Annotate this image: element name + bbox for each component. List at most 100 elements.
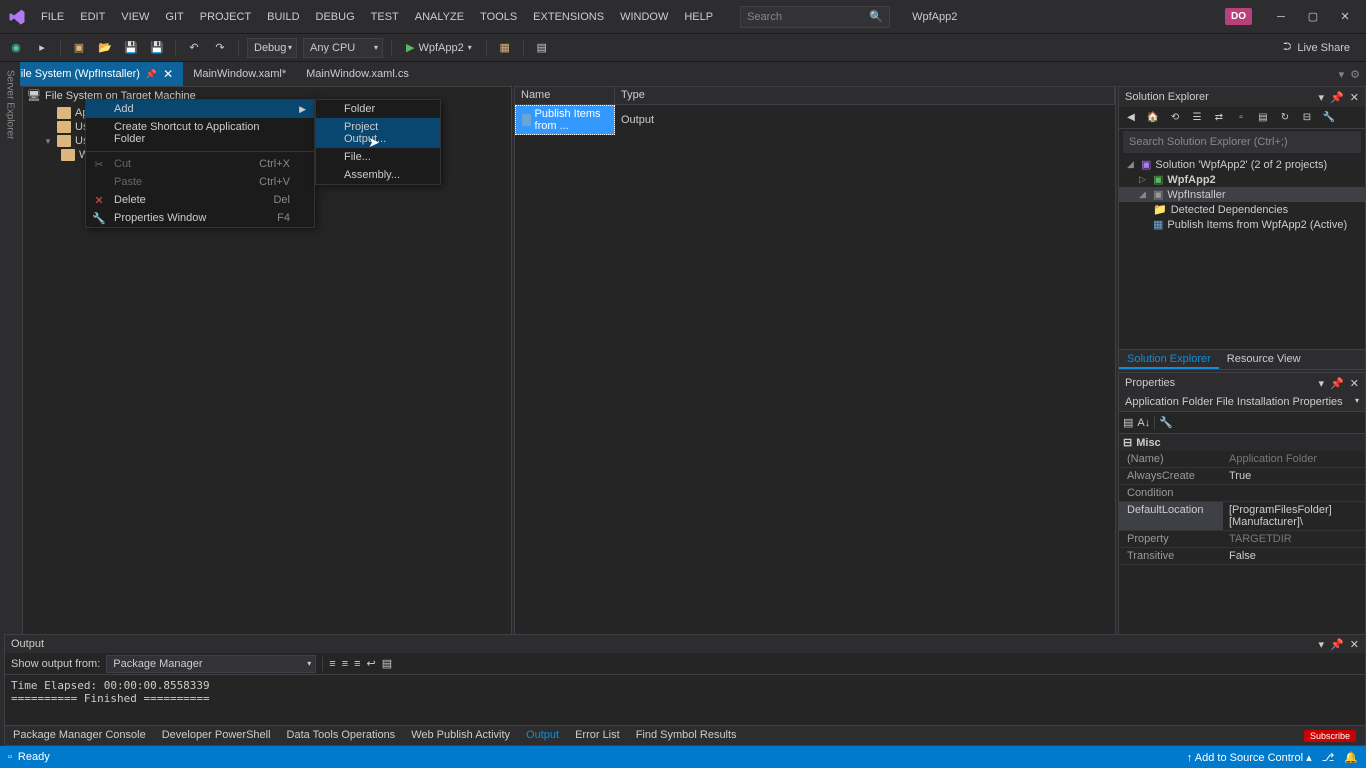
panel-close-icon[interactable]: ✕ — [1350, 377, 1359, 390]
nav-fwd-button[interactable]: ▸ — [32, 38, 52, 58]
out-btn-2[interactable]: ≡ — [342, 658, 348, 670]
sln-btn-icon[interactable]: ▫ — [1233, 110, 1249, 126]
tab-mainwindow-xaml[interactable]: MainWindow.xaml* — [183, 62, 296, 86]
tab-gear-icon[interactable]: ⚙ — [1350, 68, 1360, 81]
prop-row-transitive[interactable]: Transitive False — [1119, 548, 1365, 565]
panel-close-icon[interactable]: ✕ — [1350, 638, 1359, 651]
tab-resource-view[interactable]: Resource View — [1219, 350, 1309, 369]
out-clear-icon[interactable]: ▤ — [382, 657, 392, 670]
sln-collapse-icon[interactable]: ⊟ — [1299, 110, 1315, 126]
output-text[interactable]: Time Elapsed: 00:00:00.8558339 =========… — [5, 675, 1365, 725]
ctx-add-folder[interactable]: Folder — [316, 100, 440, 118]
menu-analyze[interactable]: ANALYZE — [408, 7, 471, 27]
prop-row-name[interactable]: (Name) Application Folder — [1119, 451, 1365, 468]
collapse-icon[interactable]: ⊟ — [1123, 436, 1132, 449]
prop-row-alwayscreate[interactable]: AlwaysCreate True — [1119, 468, 1365, 485]
source-control-button[interactable]: ↑ Add to Source Control ▴ — [1187, 751, 1312, 764]
minimize-button[interactable]: ─ — [1266, 7, 1296, 27]
expand-icon[interactable]: ▷ — [1139, 174, 1149, 185]
server-explorer-side-tab[interactable]: Server Explorer — [0, 62, 20, 622]
maximize-button[interactable]: ▢ — [1298, 7, 1328, 27]
sln-detected-deps[interactable]: 📁 Detected Dependencies — [1119, 202, 1365, 217]
save-button[interactable]: 💾 — [121, 38, 141, 58]
col-type[interactable]: Type — [615, 87, 1115, 104]
expand-icon[interactable]: ▾ — [43, 136, 53, 147]
nav-back-button[interactable]: ◉ — [6, 38, 26, 58]
menu-tools[interactable]: TOOLS — [473, 7, 524, 27]
panel-close-icon[interactable]: ✕ — [1350, 91, 1359, 104]
sln-home-icon[interactable]: 🏠 — [1145, 110, 1161, 126]
sln-root[interactable]: ◢ ▣ Solution 'WpfApp2' (2 of 2 projects) — [1119, 157, 1365, 172]
pin-icon[interactable]: 📌 — [146, 69, 157, 80]
sln-tree[interactable]: ◢ ▣ Solution 'WpfApp2' (2 of 2 projects)… — [1119, 155, 1365, 349]
prop-category-misc[interactable]: ⊟ Misc — [1119, 434, 1365, 451]
tb-icon-1[interactable]: ▦ — [495, 38, 515, 58]
sln-project-installer[interactable]: ◢ ▣ WpfInstaller — [1119, 187, 1365, 202]
redo-button[interactable]: ↷ — [210, 38, 230, 58]
start-button[interactable]: ▶ WpfApp2 ▾ — [400, 41, 478, 54]
save-all-button[interactable]: 💾 — [147, 38, 167, 58]
sln-back-icon[interactable]: ◀ — [1123, 110, 1139, 126]
tab-dev-powershell[interactable]: Developer PowerShell — [154, 726, 279, 745]
config-select[interactable]: Debug — [247, 38, 297, 58]
menu-debug[interactable]: DEBUG — [309, 7, 362, 27]
menu-extensions[interactable]: EXTENSIONS — [526, 7, 611, 27]
tab-output[interactable]: Output — [518, 726, 567, 745]
out-btn-1[interactable]: ≡ — [329, 658, 335, 670]
panel-dropdown-icon[interactable]: ▾ — [1319, 91, 1325, 104]
panel-pin-icon[interactable]: 📌 — [1330, 91, 1344, 104]
menu-view[interactable]: VIEW — [114, 7, 156, 27]
tab-find-symbol[interactable]: Find Symbol Results — [628, 726, 745, 745]
prop-row-defaultlocation[interactable]: DefaultLocation [ProgramFilesFolder][Man… — [1119, 502, 1365, 531]
ctx-delete[interactable]: ✕ Delete Del — [86, 191, 314, 209]
ctx-add-assembly[interactable]: Assembly... — [316, 166, 440, 184]
tb-icon-2[interactable]: ▤ — [532, 38, 552, 58]
tab-solution-explorer[interactable]: Solution Explorer — [1119, 350, 1219, 369]
menu-git[interactable]: GIT — [158, 7, 190, 27]
menu-help[interactable]: HELP — [677, 7, 720, 27]
close-tab-icon[interactable]: ✕ — [163, 67, 173, 81]
subscribe-badge[interactable]: Subscribe — [1304, 730, 1356, 742]
platform-select[interactable]: Any CPU — [303, 38, 383, 58]
tab-file-system[interactable]: File System (WpfInstaller) 📌 ✕ — [4, 62, 183, 86]
ctx-add[interactable]: Add ▶ — [86, 100, 314, 118]
ctx-create-shortcut[interactable]: Create Shortcut to Application Folder — [86, 118, 314, 148]
sln-sync-icon[interactable]: ⟲ — [1167, 110, 1183, 126]
properties-object-select[interactable]: Application Folder File Installation Pro… — [1119, 393, 1365, 412]
panel-pin-icon[interactable]: 📌 — [1330, 377, 1344, 390]
title-search-input[interactable]: Search 🔍 — [740, 6, 890, 28]
tab-mainwindow-cs[interactable]: MainWindow.xaml.cs — [296, 62, 419, 86]
tab-dropdown-icon[interactable]: ▾ — [1339, 68, 1345, 81]
sln-publish-items[interactable]: ▦ Publish Items from WpfApp2 (Active) — [1119, 217, 1365, 232]
tab-pkg-console[interactable]: Package Manager Console — [5, 726, 154, 745]
panel-pin-icon[interactable]: 📌 — [1330, 638, 1344, 651]
panel-dropdown-icon[interactable]: ▾ — [1319, 377, 1325, 390]
out-btn-3[interactable]: ≡ — [354, 658, 360, 670]
new-item-button[interactable]: ▣ — [69, 38, 89, 58]
prop-row-condition[interactable]: Condition — [1119, 485, 1365, 502]
open-button[interactable]: 📂 — [95, 38, 115, 58]
prop-pages-icon[interactable]: 🔧 — [1159, 416, 1173, 429]
sln-refresh-icon[interactable]: ↻ — [1277, 110, 1293, 126]
status-git-icon[interactable]: ⎇ — [1322, 751, 1335, 764]
output-source-select[interactable]: Package Manager — [106, 655, 316, 673]
list-row[interactable]: Publish Items from ... Output — [515, 105, 1115, 135]
tab-web-publish[interactable]: Web Publish Activity — [403, 726, 518, 745]
tab-error-list[interactable]: Error List — [567, 726, 628, 745]
menu-edit[interactable]: EDIT — [73, 7, 112, 27]
ctx-properties[interactable]: 🔧 Properties Window F4 — [86, 209, 314, 227]
collapse-icon[interactable]: ◢ — [1139, 189, 1149, 200]
sln-project-wpfapp2[interactable]: ▷ ▣ WpfApp2 — [1119, 172, 1365, 187]
menu-project[interactable]: PROJECT — [193, 7, 258, 27]
prop-row-property[interactable]: Property TARGETDIR — [1119, 531, 1365, 548]
sln-showall-icon[interactable]: ▤ — [1255, 110, 1271, 126]
sln-search-input[interactable]: Search Solution Explorer (Ctrl+;) — [1123, 131, 1361, 153]
menu-build[interactable]: BUILD — [260, 7, 306, 27]
col-name[interactable]: Name — [515, 87, 615, 104]
sln-properties-icon[interactable]: 🔧 — [1321, 110, 1337, 126]
undo-button[interactable]: ↶ — [184, 38, 204, 58]
alpha-icon[interactable]: A↓ — [1137, 417, 1150, 429]
tab-data-tools[interactable]: Data Tools Operations — [279, 726, 404, 745]
user-badge[interactable]: DO — [1225, 8, 1252, 25]
panel-dropdown-icon[interactable]: ▾ — [1319, 638, 1325, 651]
